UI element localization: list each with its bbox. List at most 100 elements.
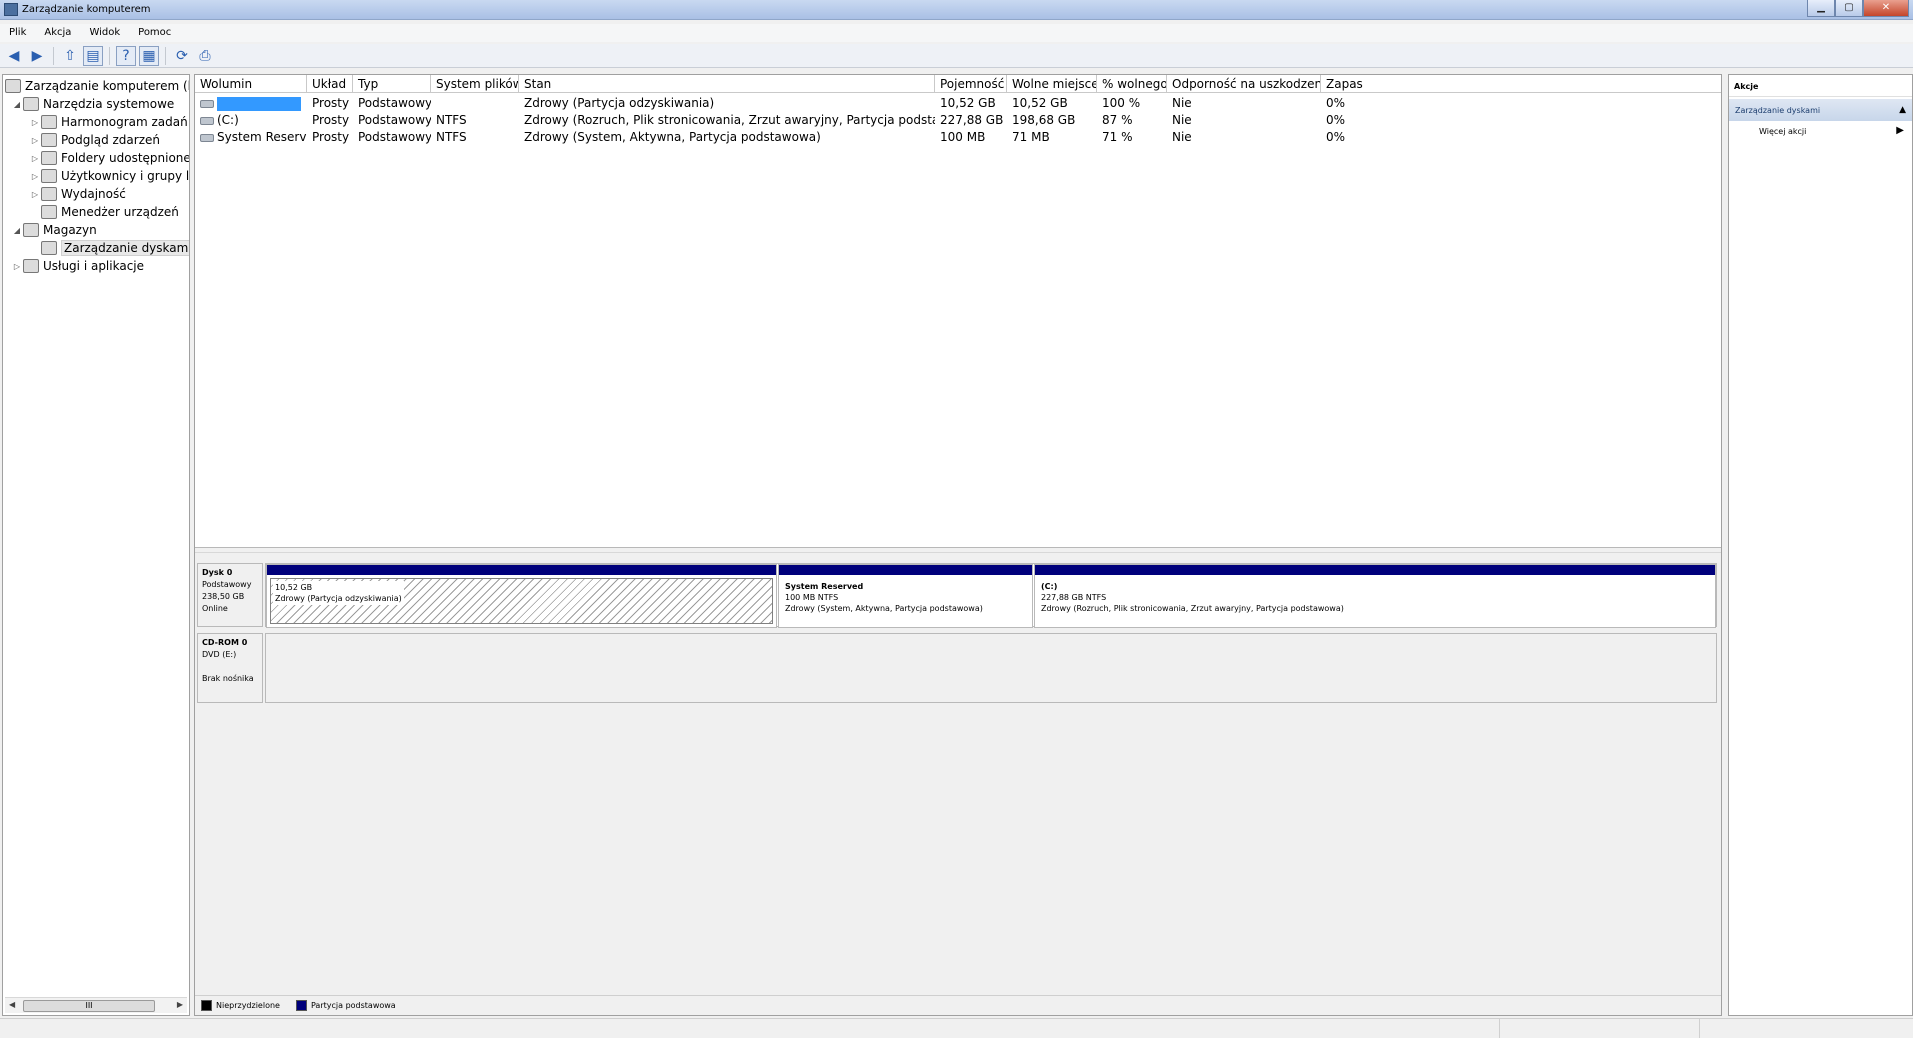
column-header-overhead[interactable]: Zapas: [1321, 75, 1721, 93]
tree-item-event-viewer[interactable]: ▷ Podgląd zdarzeń: [29, 131, 160, 149]
expand-icon[interactable]: ▷: [29, 118, 41, 127]
tree-root[interactable]: Zarządzanie komputerem (lokalne): [5, 77, 189, 95]
table-cell: Prosty: [312, 130, 350, 144]
export-list-icon[interactable]: ⎙: [195, 46, 215, 66]
table-cell: 10,52 GB: [1012, 96, 1068, 110]
table-cell: NTFS: [436, 113, 467, 127]
collapse-up-icon[interactable]: ▲: [1899, 105, 1906, 115]
tree-item-local-users[interactable]: ▷ Użytkownicy i grupy lokalne: [29, 167, 189, 185]
actions-header: Akcje: [1729, 75, 1912, 97]
more-actions-link[interactable]: Więcej akcji: [1759, 127, 1806, 136]
shared-folder-icon: [41, 151, 57, 165]
menu-help[interactable]: Pomoc: [129, 24, 180, 42]
tree-item-services-apps[interactable]: ▷ Usługi i aplikacje: [11, 257, 144, 275]
table-cell: Prosty: [312, 113, 350, 127]
table-cell: 198,68 GB: [1012, 113, 1076, 127]
clock-icon: [41, 115, 57, 129]
column-header-filesystem[interactable]: System plików: [431, 75, 519, 93]
selection-highlight: [217, 96, 301, 111]
menu-file[interactable]: Plik: [0, 24, 35, 42]
partition-c[interactable]: (C:) 227,88 GB NTFS Zdrowy (Rozruch, Pli…: [1034, 564, 1716, 628]
expand-icon[interactable]: ▷: [11, 262, 23, 271]
table-cell: Zdrowy (Partycja odzyskiwania): [524, 96, 715, 110]
column-header-volume[interactable]: Wolumin: [195, 75, 307, 93]
scroll-right-icon[interactable]: ▶: [177, 1000, 183, 1009]
up-folder-icon[interactable]: ⇧: [60, 46, 80, 66]
column-header-capacity[interactable]: Pojemność: [935, 75, 1007, 93]
legend-label: Partycja podstawowa: [310, 1001, 396, 1010]
expand-icon[interactable]: ▷: [29, 136, 41, 145]
help-icon[interactable]: ?: [116, 45, 136, 66]
tree-horizontal-scrollbar[interactable]: ◀ III ▶: [5, 997, 187, 1013]
column-header-status[interactable]: Stan: [519, 75, 935, 93]
actions-section-disk-management[interactable]: Zarządzanie dyskami ▲: [1729, 99, 1912, 121]
title-bar: Zarządzanie komputerem ▁ ▢ ✕: [0, 0, 1913, 20]
minimize-button[interactable]: ▁: [1807, 0, 1835, 17]
scroll-thumb[interactable]: III: [23, 1000, 155, 1012]
table-cell: Podstawowy: [358, 96, 431, 110]
menu-action[interactable]: Akcja: [35, 24, 80, 42]
table-cell: Podstawowy: [358, 130, 431, 144]
volume-icon: [200, 116, 214, 125]
table-row-volume-name[interactable]: System Reserved: [195, 129, 307, 146]
storage-icon: [23, 223, 39, 237]
table-cell: 100 %: [1102, 96, 1141, 110]
event-viewer-icon: [41, 133, 57, 147]
tree-item-performance[interactable]: ▷ Wydajność: [29, 185, 126, 203]
maximize-button[interactable]: ▢: [1835, 0, 1863, 17]
disk-0-label[interactable]: Dysk 0 Podstawowy 238,50 GB Online: [197, 563, 263, 627]
table-cell: Zdrowy (Rozruch, Plik stronicowania, Zrz…: [524, 113, 935, 127]
scroll-left-icon[interactable]: ◀: [9, 1000, 15, 1009]
column-header-percent-free[interactable]: % wolnego: [1097, 75, 1167, 93]
computer-management-icon: [4, 3, 18, 16]
primary-partition-bar: [1035, 565, 1715, 575]
expand-icon[interactable]: ▷: [29, 190, 41, 199]
legend-label: Nieprzydzielone: [216, 1001, 280, 1010]
status-bar: [0, 1018, 1913, 1038]
forward-arrow-icon[interactable]: ▶: [27, 46, 47, 66]
column-header-layout[interactable]: Układ: [307, 75, 353, 93]
legend-swatch-primary: [295, 1000, 307, 1011]
services-icon: [23, 259, 39, 273]
collapse-icon[interactable]: ◢: [11, 226, 23, 235]
tree-item-system-tools[interactable]: ◢ Narzędzia systemowe: [11, 95, 174, 113]
close-button[interactable]: ✕: [1863, 0, 1909, 17]
primary-partition-bar: [779, 565, 1032, 575]
column-header-fault-tolerance[interactable]: Odporność na uszkodzenia: [1167, 75, 1321, 93]
partition-system-reserved[interactable]: System Reserved 100 MB NTFS Zdrowy (Syst…: [778, 564, 1033, 628]
table-row-volume-name[interactable]: [195, 95, 307, 112]
column-header-type[interactable]: Typ: [353, 75, 431, 93]
cdrom-0-label[interactable]: CD-ROM 0 DVD (E:) Brak nośnika: [197, 633, 263, 703]
computer-icon: [5, 79, 21, 93]
partition-recovery[interactable]: 10,52 GB Zdrowy (Partycja odzyskiwania): [266, 564, 777, 628]
pane-splitter[interactable]: [195, 547, 1721, 553]
table-row-volume-name[interactable]: (C:): [195, 112, 307, 129]
actions-pane: Akcje Zarządzanie dyskami ▲ Więcej akcji…: [1728, 74, 1913, 1016]
table-cell: 71 %: [1102, 130, 1133, 144]
show-tree-icon[interactable]: ▤: [83, 45, 103, 66]
table-cell: Podstawowy: [358, 113, 431, 127]
tree-item-disk-management[interactable]: Zarządzanie dyskami: [29, 239, 189, 257]
tree-item-storage[interactable]: ◢ Magazyn: [11, 221, 97, 239]
table-cell: 0%: [1326, 96, 1346, 110]
tree-item-task-scheduler[interactable]: ▷ Harmonogram zadań: [29, 113, 188, 131]
navigation-tree: Zarządzanie komputerem (lokalne) ◢ Narzę…: [2, 74, 190, 1016]
performance-icon: [41, 187, 57, 201]
submenu-arrow-icon[interactable]: ▶: [1896, 125, 1904, 136]
table-cell: 71 MB: [1012, 130, 1050, 144]
expand-icon[interactable]: ▷: [29, 172, 41, 181]
console-pane-icon[interactable]: ▦: [139, 45, 159, 66]
disk-0-partitions: 10,52 GB Zdrowy (Partycja odzyskiwania) …: [265, 563, 1717, 628]
device-manager-icon: [41, 205, 57, 219]
expand-icon[interactable]: ▷: [29, 154, 41, 163]
back-arrow-icon[interactable]: ◀: [4, 46, 24, 66]
table-cell: 0%: [1326, 113, 1346, 127]
toolbar-separator: [165, 46, 166, 65]
collapse-icon[interactable]: ◢: [11, 100, 23, 109]
legend-swatch-unallocated: [201, 1000, 212, 1011]
menu-view[interactable]: Widok: [80, 24, 129, 42]
tree-item-device-manager[interactable]: Menedżer urządzeń: [29, 203, 179, 221]
refresh-icon[interactable]: ⟳: [172, 46, 192, 66]
column-header-free-space[interactable]: Wolne miejsce: [1007, 75, 1097, 93]
tree-item-shared-folders[interactable]: ▷ Foldery udostępnione: [29, 149, 189, 167]
